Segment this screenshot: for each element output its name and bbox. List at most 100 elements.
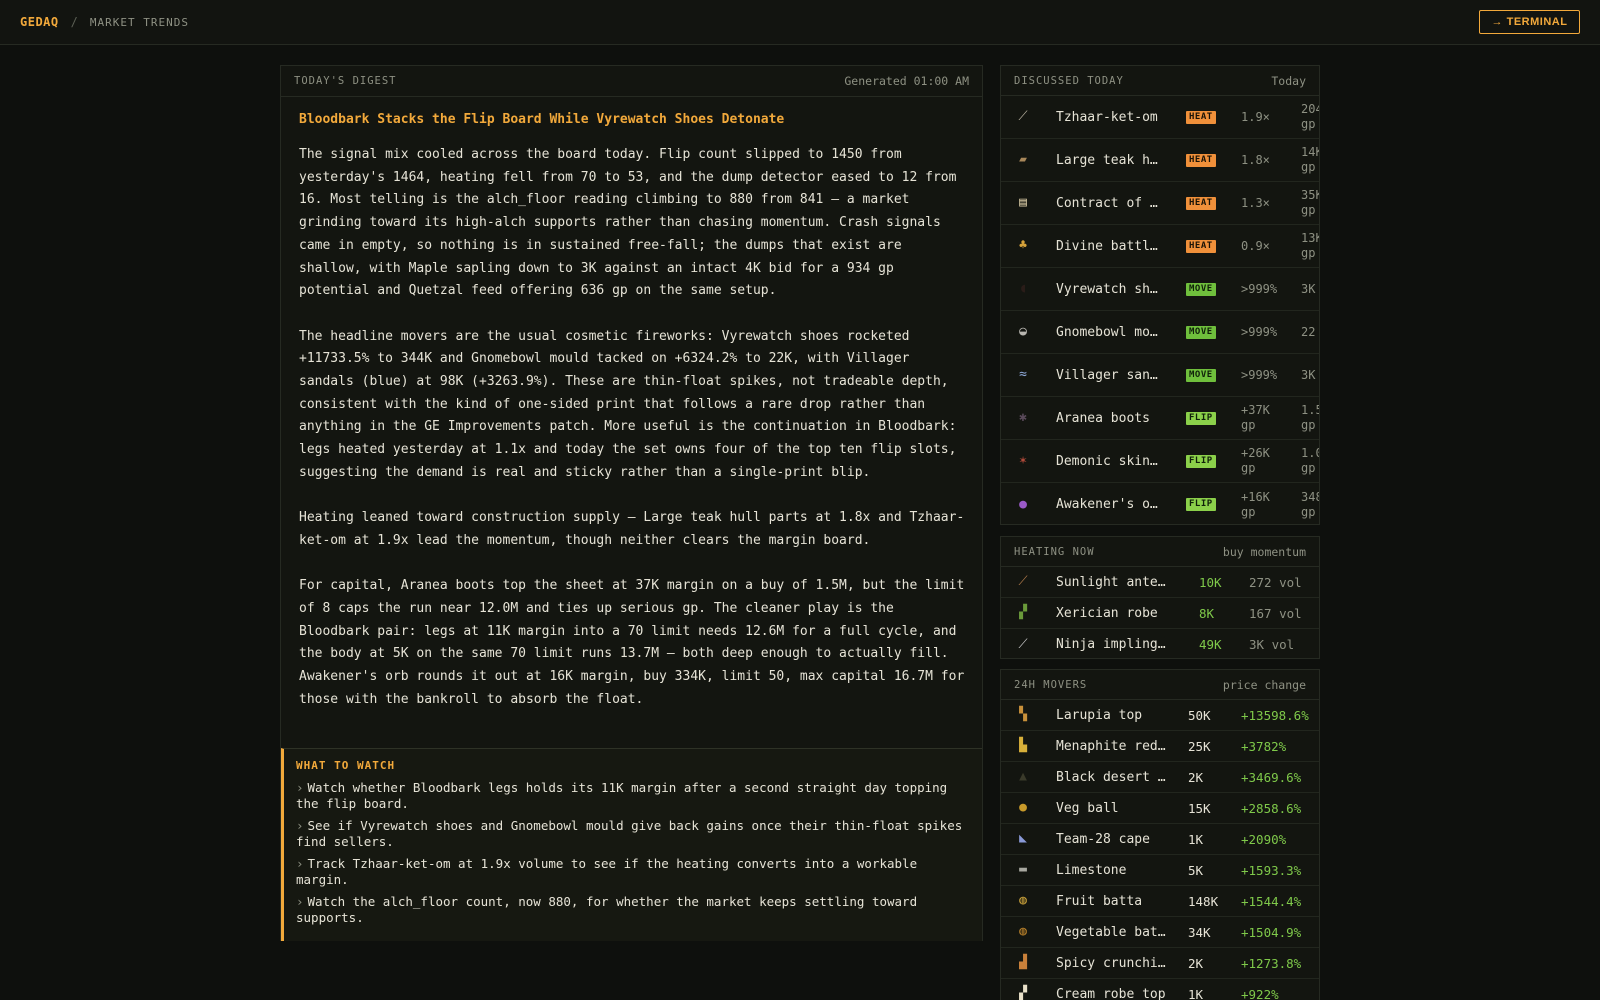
item-name: Spicy crunchies: [1056, 955, 1166, 971]
breadcrumb-separator: /: [70, 15, 78, 29]
mover-row[interactable]: ◍ Fruit batta 148K +1544.4%: [1001, 886, 1319, 917]
discussed-row[interactable]: ✱ Aranea boots FLIP +37K gp 1.5 gp: [1001, 397, 1319, 440]
movers-subtitle: price change: [1222, 677, 1306, 692]
discussed-row[interactable]: ▤ Contract of f… HEAT 1.3× 35K gp: [1001, 182, 1319, 225]
item-value: 204 gp: [1301, 102, 1319, 131]
heating-list: ⟋ Sunlight antelo… 10K 272 vol ▞ Xerician rob…: [1001, 567, 1319, 658]
discussed-list: ⟋ Tzhaar-ket-om HEAT 1.9× 204 gp ▰ Large teak …: [1001, 96, 1319, 524]
signal-badge: MOVE: [1186, 368, 1216, 382]
chevron-right-icon: ›: [296, 894, 304, 909]
price-change: +1273.8%: [1241, 955, 1302, 971]
digest-paragraph: For capital, Aranea boots top the sheet …: [299, 578, 965, 707]
veg-batta-icon: ◍: [1019, 924, 1027, 939]
discussed-label: DISCUSSED TODAY: [1014, 74, 1124, 87]
item-name: Large teak hu…: [1056, 152, 1161, 168]
fruit-batta-icon: ◍: [1019, 893, 1027, 908]
digest-paragraph: The signal mix cooled across the board t…: [299, 147, 957, 299]
digest-header: TODAY'S DIGEST Generated 01:00 AM: [281, 66, 982, 97]
mover-row[interactable]: ▞ Cream robe top 1K +922%: [1001, 979, 1319, 1000]
what-to-watch-box: WHAT TO WATCH › Watch whether Bloodbark l…: [281, 748, 982, 941]
heating-row[interactable]: ▞ Xerician robe 8K 167 vol: [1001, 598, 1319, 629]
signal-badge: HEAT: [1186, 110, 1216, 124]
discussed-row[interactable]: ▰ Large teak hu… HEAT 1.8× 14K gp: [1001, 139, 1319, 182]
price-change: +2858.6%: [1241, 800, 1302, 816]
price-change: +922%: [1241, 986, 1279, 1000]
limestone-icon: ▬: [1019, 862, 1027, 877]
chevron-right-icon: ›: [296, 818, 304, 833]
item-name: Demonic skin …: [1056, 453, 1161, 469]
watch-item-text: Track Tzhaar-ket-om at 1.9x volume to se…: [296, 856, 918, 887]
discussed-row[interactable]: ● Awakener's orb FLIP +16K gp 348 gp: [1001, 483, 1319, 524]
digest-paragraph: Heating leaned toward construction suppl…: [299, 510, 965, 548]
item-price: 5K: [1188, 862, 1204, 878]
mover-row[interactable]: ◣ Team-28 cape 1K +2090%: [1001, 824, 1319, 855]
discussed-row[interactable]: ✶ Demonic skin … FLIP +26K gp 1.0 gp: [1001, 440, 1319, 483]
watch-item-text: See if Vyrewatch shoes and Gnomebowl mou…: [296, 818, 963, 849]
signal-badge: FLIP: [1186, 411, 1216, 425]
mover-row[interactable]: ▟ Spicy crunchies 2K +1273.8%: [1001, 948, 1319, 979]
movers-list: ▚ Larupia top 50K +13598.6% ▙ Menaphite red ……: [1001, 700, 1319, 1000]
item-name: Veg ball: [1056, 800, 1119, 816]
heating-row[interactable]: ⟋ Ninja impling j… 49K 3K vol: [1001, 629, 1319, 658]
item-name: Tzhaar-ket-om: [1056, 109, 1158, 125]
item-name: Menaphite red …: [1056, 738, 1166, 754]
digest-panel: TODAY'S DIGEST Generated 01:00 AM Bloodb…: [280, 65, 983, 941]
mover-row[interactable]: ▲ Black desert r… 2K +3469.6%: [1001, 762, 1319, 793]
mould-icon: ◒: [1019, 324, 1027, 339]
discussed-row[interactable]: ≈ Villager sand… MOVE >999% 3K gp: [1001, 354, 1319, 397]
menaphite-icon: ▙: [1019, 738, 1027, 753]
sandals-icon: ≈: [1019, 367, 1027, 382]
price-change: +1544.4%: [1241, 893, 1302, 909]
digest-label: TODAY'S DIGEST: [294, 75, 397, 87]
price-change: +13598.6%: [1241, 707, 1309, 723]
item-price: 1K: [1188, 986, 1204, 1000]
discussed-today-panel: DISCUSSED TODAY Today ⟋ Tzhaar-ket-om HEAT…: [1000, 65, 1320, 525]
item-value: 13K gp: [1301, 231, 1319, 260]
heating-row[interactable]: ⟋ Sunlight antelo… 10K 272 vol: [1001, 567, 1319, 598]
discussed-row[interactable]: ⟋ Tzhaar-ket-om HEAT 1.9× 204 gp: [1001, 96, 1319, 139]
item-name: Villager sand…: [1056, 367, 1161, 383]
potion-icon: ♣: [1019, 238, 1027, 253]
item-value: 3K gp: [1301, 367, 1319, 382]
watch-item: › Track Tzhaar-ket-om at 1.9x volume to s…: [296, 856, 970, 888]
signal-metric: 1.3×: [1241, 195, 1270, 210]
heating-subtitle: buy momentum: [1222, 544, 1306, 559]
discussed-row[interactable]: ◒ Gnomebowl mou… MOVE >999% 22 gp: [1001, 311, 1319, 354]
discussed-row[interactable]: ◖ Vyrewatch sho… MOVE >999% 3K gp: [1001, 268, 1319, 311]
item-name: Limestone: [1056, 862, 1127, 878]
spider-boots-icon: ✱: [1019, 410, 1027, 425]
heating-label: HEATING NOW: [1014, 545, 1095, 558]
item-value: 348 gp: [1301, 489, 1319, 519]
item-name: Team-28 cape: [1056, 831, 1150, 847]
item-value: 1.0 gp: [1301, 446, 1319, 475]
item-value: 22 gp: [1301, 324, 1319, 339]
discussed-row[interactable]: ♣ Divine battle… HEAT 0.9× 13K gp: [1001, 225, 1319, 268]
mover-row[interactable]: ▙ Menaphite red … 25K +3782%: [1001, 731, 1319, 762]
item-price: 34K: [1188, 924, 1211, 940]
item-price: 49K: [1199, 637, 1222, 652]
signal-metric: 1.8×: [1241, 152, 1270, 167]
mover-row[interactable]: ◍ Vegetable batta 34K +1504.9%: [1001, 917, 1319, 948]
mover-row[interactable]: ▚ Larupia top 50K +13598.6%: [1001, 700, 1319, 731]
breadcrumb: MARKET TRENDS: [89, 15, 189, 29]
mover-row[interactable]: ▬ Limestone 5K +1593.3%: [1001, 855, 1319, 886]
item-price: 2K: [1188, 955, 1204, 971]
contract-icon: ▤: [1019, 195, 1027, 210]
terminal-button[interactable]: → TERMINAL: [1479, 10, 1580, 34]
signal-metric: +16K gp: [1241, 489, 1270, 519]
digest-paragraph: The headline movers are the usual cosmet…: [299, 328, 957, 480]
top-bar: GEDAQ / MARKET TRENDS → TERMINAL: [0, 0, 1600, 45]
signal-badge: FLIP: [1186, 498, 1216, 511]
item-name: Black desert r…: [1056, 769, 1166, 785]
item-price: 50K: [1188, 707, 1211, 723]
watch-item-text: Watch whether Bloodbark legs holds its 1…: [296, 780, 948, 811]
brand-logo[interactable]: GEDAQ: [20, 15, 59, 29]
mover-row[interactable]: ● Veg ball 15K +2858.6%: [1001, 793, 1319, 824]
demonic-skin-icon: ✶: [1019, 453, 1027, 468]
item-price: 2K: [1188, 769, 1204, 785]
item-name: Larupia top: [1056, 707, 1143, 723]
item-price: 8K: [1199, 605, 1215, 621]
watch-item-text: Watch the alch_floor count, now 880, for…: [296, 894, 918, 925]
club-icon: ⟋: [1018, 109, 1028, 124]
item-volume: 167 vol: [1249, 605, 1302, 621]
